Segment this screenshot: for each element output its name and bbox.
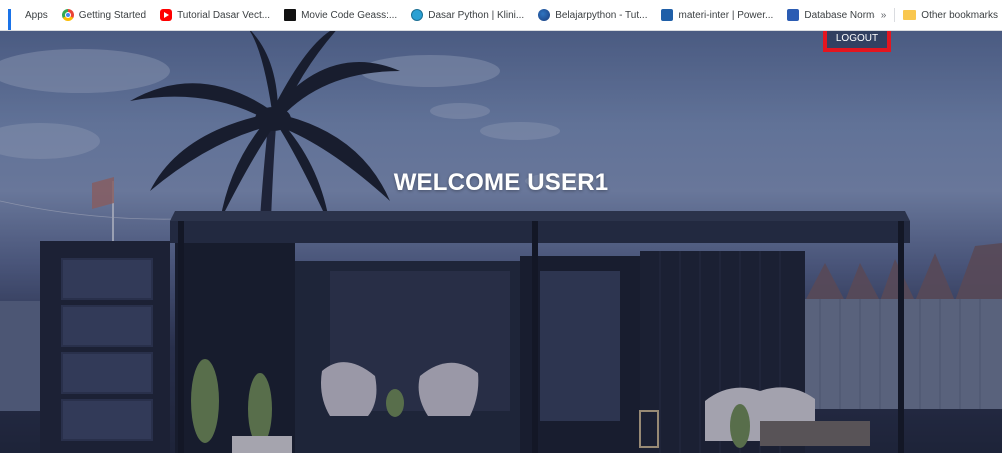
bookmark-label: Apps — [25, 9, 48, 21]
bookmark-dasar-python[interactable]: Dasar Python | Klini... — [411, 9, 524, 21]
bookmark-apps[interactable]: Apps — [8, 9, 48, 30]
welcome-heading: WELCOME USER1 — [393, 169, 609, 196]
bookmark-tutorial-dasar-vect[interactable]: Tutorial Dasar Vect... — [160, 9, 270, 21]
bookmark-getting-started[interactable]: Getting Started — [61, 9, 147, 21]
apps-grid-icon — [8, 9, 20, 30]
folder-icon — [903, 10, 917, 20]
python-icon — [538, 9, 551, 21]
bookmark-label: Tutorial Dasar Vect... — [177, 9, 271, 21]
bookmark-label: Other bookmarks — [921, 9, 998, 21]
logout-button[interactable]: LOGOUT — [823, 31, 891, 52]
bookmark-belajarpython[interactable]: Belajarpython - Tut... — [538, 9, 647, 21]
bookmark-materi-inter[interactable]: materi-inter | Power... — [661, 9, 773, 21]
bookmark-movie-code-geass[interactable]: Movie Code Geass:... — [284, 9, 397, 21]
chrome-icon — [61, 9, 74, 21]
bookmark-label: Dasar Python | Klini... — [428, 9, 525, 21]
youtube-icon — [160, 9, 173, 21]
hero-background-image — [0, 31, 1002, 453]
hero-section: WELCOME USER1 LOGOUT — [0, 31, 1002, 453]
bookmarks-right-group: » Other bookmarks — [874, 0, 1002, 30]
bookmark-other-bookmarks[interactable]: Other bookmarks — [903, 10, 998, 21]
bookmark-label: materi-inter | Power... — [678, 9, 774, 21]
imdb-icon — [284, 9, 297, 21]
bookmark-label: Movie Code Geass:... — [301, 9, 398, 21]
bookmark-label: Getting Started — [78, 9, 147, 21]
hero-overlay — [0, 31, 1002, 453]
bookmarks-bar: Apps Getting Started Tutorial Dasar Vect… — [0, 0, 1002, 31]
word-icon — [787, 9, 800, 21]
wordpress-icon — [411, 9, 424, 21]
bookmark-label: Belajarpython - Tut... — [555, 9, 648, 21]
bookmarks-divider — [894, 8, 896, 22]
powerpoint-icon — [661, 9, 674, 21]
bookmarks-overflow-button[interactable]: » — [881, 10, 887, 21]
